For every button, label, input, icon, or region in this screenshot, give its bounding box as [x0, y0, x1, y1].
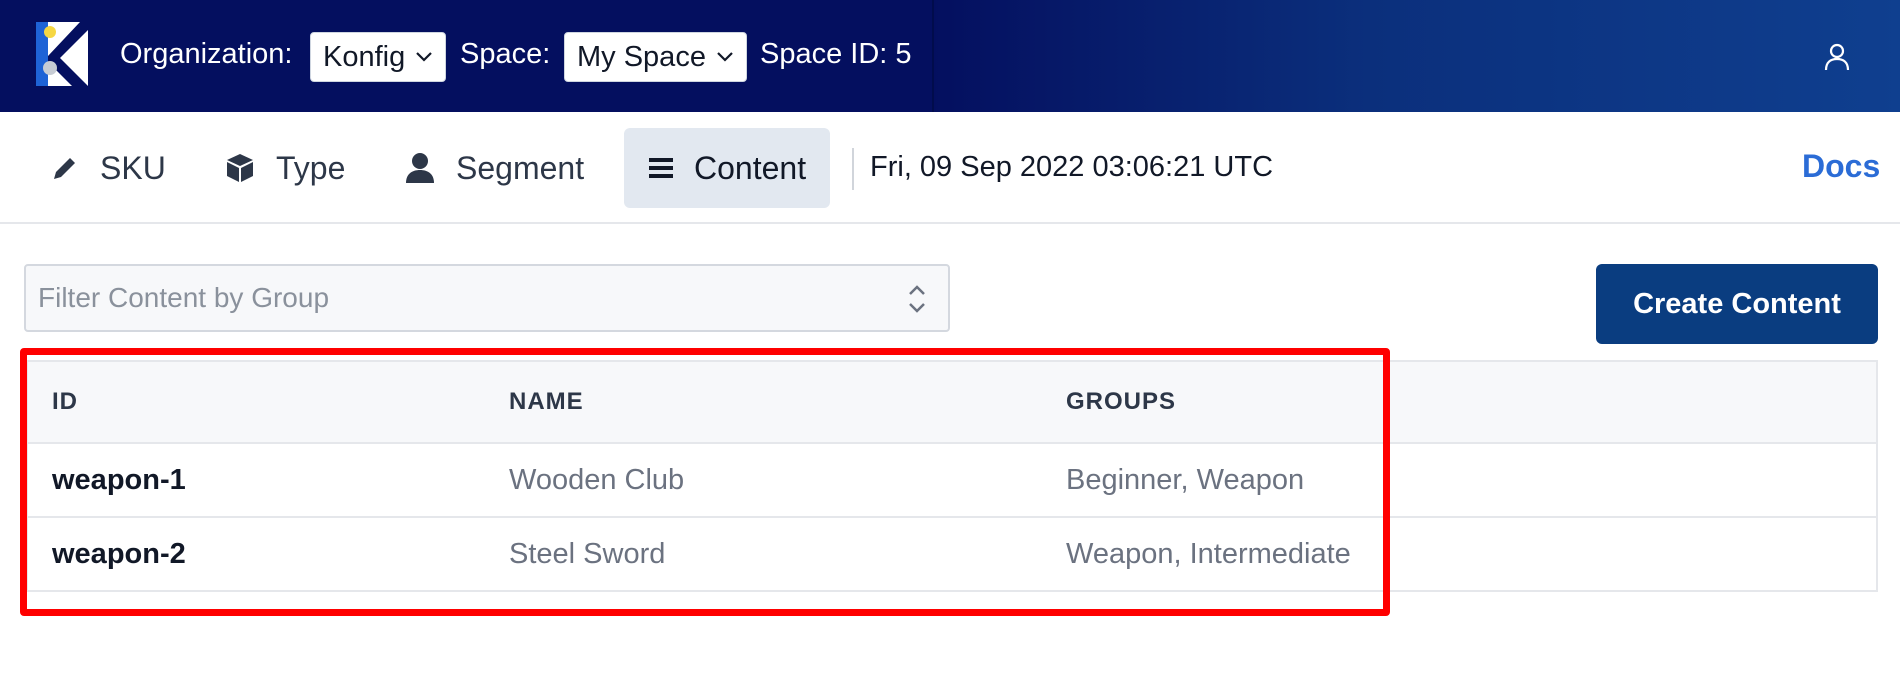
chevron-down-icon — [717, 52, 733, 62]
cell-id[interactable]: weapon-1 — [27, 443, 509, 518]
select-arrows-icon — [909, 285, 925, 313]
konfig-logo-icon — [36, 22, 88, 86]
tab-sku[interactable]: SKU — [26, 128, 190, 208]
tab-type[interactable]: Type — [200, 128, 369, 208]
user-icon — [406, 153, 434, 183]
cell-name: Wooden Club — [509, 443, 1066, 518]
space-id-text: Space ID: 5 — [760, 38, 912, 70]
space-select[interactable]: My Space — [564, 32, 747, 82]
column-header-groups[interactable]: GROUPS — [1066, 361, 1877, 444]
main-nav: SKU Type Segment Content Fri, 09 Sep 202… — [0, 112, 1900, 224]
organization-value: Konfig — [323, 41, 406, 73]
table-row[interactable]: weapon-2 Steel Sword Weapon, Intermediat… — [27, 517, 1877, 592]
table-header-row: ID NAME GROUPS — [27, 361, 1877, 444]
docs-link[interactable]: Docs — [1802, 148, 1880, 185]
table-row[interactable]: weapon-1 Wooden Club Beginner, Weapon — [27, 443, 1877, 518]
tab-type-label: Type — [276, 149, 346, 186]
top-bar: Organization: Konfig Space: My Space Spa… — [0, 0, 1900, 112]
column-header-name[interactable]: NAME — [509, 361, 1066, 444]
organization-select[interactable]: Konfig — [310, 32, 447, 82]
tab-content[interactable]: Content — [624, 128, 831, 208]
content-table: ID NAME GROUPS weapon-1 Wooden Club Begi… — [26, 360, 1878, 592]
chevron-down-icon — [416, 52, 433, 62]
space-value: My Space — [577, 41, 706, 73]
group-filter-select[interactable] — [24, 264, 950, 332]
cell-groups: Beginner, Weapon — [1066, 443, 1877, 518]
cell-groups: Weapon, Intermediate — [1066, 517, 1877, 592]
nav-divider — [852, 148, 854, 190]
cell-name: Steel Sword — [509, 517, 1066, 592]
tab-sku-label: SKU — [100, 149, 166, 186]
cell-id[interactable]: weapon-2 — [27, 517, 509, 592]
organization-label: Organization: — [120, 38, 293, 70]
tab-content-label: Content — [694, 149, 807, 186]
space-label: Space: — [460, 38, 551, 70]
tab-segment-label: Segment — [456, 149, 585, 186]
tab-segment[interactable]: Segment — [380, 128, 608, 208]
current-datetime: Fri, 09 Sep 2022 03:06:21 UTC — [870, 151, 1274, 183]
cube-icon — [227, 154, 253, 182]
group-filter-input[interactable] — [38, 266, 898, 330]
user-account-icon[interactable] — [1822, 42, 1852, 72]
list-icon — [649, 158, 673, 178]
create-content-button[interactable]: Create Content — [1596, 264, 1878, 344]
column-header-id[interactable]: ID — [27, 361, 509, 444]
pencil-icon — [54, 158, 75, 179]
top-bar-divider — [932, 0, 934, 112]
